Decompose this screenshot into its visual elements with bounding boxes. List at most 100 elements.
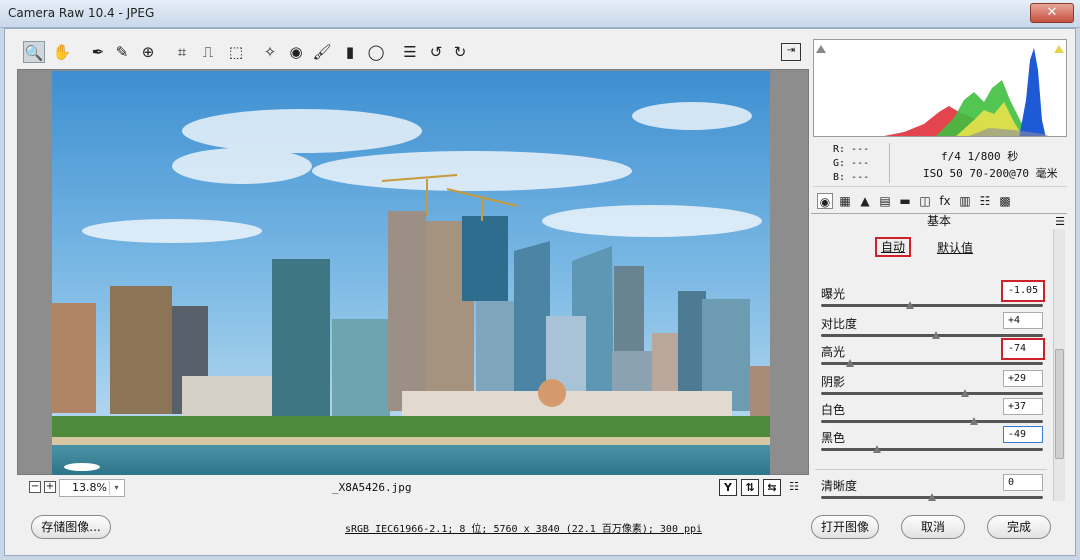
scrollbar-thumb[interactable]: [1055, 349, 1064, 459]
file-name: _X8A5426.jpg: [332, 481, 412, 494]
slider-track[interactable]: [821, 392, 1043, 395]
fullscreen-toggle-icon[interactable]: ⇥: [781, 43, 801, 61]
swap-before-after-button[interactable]: ⇅: [741, 479, 759, 496]
tab-effects-icon[interactable]: fx: [937, 193, 953, 209]
section-title: 基本 ☰: [811, 213, 1067, 229]
cancel-button[interactable]: 取消: [901, 515, 965, 539]
slider-value-input[interactable]: -49: [1003, 426, 1043, 443]
zoom-out-button[interactable]: −: [29, 481, 41, 493]
slider-label: 白色: [821, 403, 846, 417]
slider-thumb[interactable]: [932, 331, 941, 339]
slider-value-input[interactable]: 0: [1003, 474, 1043, 491]
rotate-right-icon[interactable]: ↻: [449, 41, 471, 63]
g-value: G: ---: [833, 158, 870, 169]
white-balance-tool-icon[interactable]: ✒: [87, 41, 109, 63]
slider-label: 清晰度: [821, 479, 858, 493]
save-image-button[interactable]: 存储图像...: [31, 515, 111, 539]
slider-track[interactable]: [821, 362, 1043, 365]
graduated-filter-icon[interactable]: ▮: [339, 41, 361, 63]
tab-split-toning-icon[interactable]: ▬: [897, 193, 913, 209]
panel-tabs: ◉ ▦ ▲ ▤ ▬ ◫ fx ▥ ☷ ▩: [811, 191, 1067, 211]
straighten-tool-icon[interactable]: ⎍: [197, 41, 219, 63]
title-bar: Camera Raw 10.4 - JPEG ✕: [0, 0, 1080, 28]
zoom-tool-icon[interactable]: 🔍: [23, 41, 45, 63]
preferences-icon[interactable]: ☰: [399, 41, 421, 63]
slider-thumb[interactable]: [905, 301, 914, 309]
slider-track[interactable]: [821, 304, 1043, 307]
slider-value-input[interactable]: +29: [1003, 370, 1043, 387]
zoom-in-button[interactable]: +: [44, 481, 56, 493]
tab-lens-icon[interactable]: ◫: [917, 193, 933, 209]
info-divider: [889, 143, 890, 183]
slider-row: 曝光 -1.05: [811, 280, 1051, 315]
default-button[interactable]: 默认值: [937, 239, 973, 256]
tab-camera-calibration-icon[interactable]: ▥: [957, 193, 973, 209]
window-title: Camera Raw 10.4 - JPEG: [8, 6, 155, 20]
tab-presets-icon[interactable]: ☷: [977, 193, 993, 209]
done-button[interactable]: 完成: [987, 515, 1051, 539]
slider-label: 曝光: [821, 287, 846, 301]
section-title-text: 基本: [926, 214, 951, 228]
window-close-button[interactable]: ✕: [1030, 3, 1074, 23]
basic-panel: 自动 默认值 曝光 -1.05 对比度 +4 高光 -74 阴影 +29 白色 +37 黑色 -49 清…: [811, 229, 1051, 501]
highlight-clipping-icon[interactable]: [1054, 42, 1064, 53]
crop-tool-icon[interactable]: ⌗: [171, 41, 193, 63]
chevron-down-icon: ▾: [109, 481, 123, 495]
tab-detail-icon[interactable]: ▲: [857, 193, 873, 209]
color-sampler-tool-icon[interactable]: ✎: [111, 41, 133, 63]
panel-scrollbar[interactable]: [1053, 229, 1065, 501]
tab-basic-icon[interactable]: ◉: [817, 193, 833, 209]
slider-row: 高光 -74: [811, 338, 1051, 373]
slider-thumb[interactable]: [970, 417, 979, 425]
r-value: R: ---: [833, 144, 870, 155]
hand-tool-icon[interactable]: ✋: [51, 41, 73, 63]
slider-track[interactable]: [821, 420, 1043, 423]
slider-value-input[interactable]: +37: [1003, 398, 1043, 415]
adjustment-brush-icon[interactable]: 🖌: [311, 41, 333, 63]
status-row: − + 13.8% ▾ _X8A5426.jpg Y ⇅ ⇆ ☷: [17, 479, 809, 499]
slider-row: 清晰度 0: [811, 474, 1051, 501]
spot-removal-tool-icon[interactable]: ✧: [259, 41, 281, 63]
open-image-button[interactable]: 打开图像: [811, 515, 879, 539]
slider-track[interactable]: [821, 448, 1043, 451]
red-eye-tool-icon[interactable]: ◉: [285, 41, 307, 63]
slider-thumb[interactable]: [928, 493, 936, 501]
slider-label: 对比度: [821, 317, 858, 331]
slider-label: 阴影: [821, 375, 846, 389]
slider-value-input[interactable]: -1.05: [1001, 280, 1045, 302]
slider-thumb[interactable]: [961, 389, 970, 397]
slider-value-input[interactable]: -74: [1001, 338, 1045, 360]
zoom-level-select[interactable]: 13.8% ▾: [59, 479, 125, 497]
toolbar: 🔍 ✋ ✒ ✎ ⊕ ⌗ ⎍ ⬚ ✧ ◉ 🖌 ▮ ◯ ☰ ↺ ↻: [19, 39, 809, 67]
slider-thumb[interactable]: [872, 445, 881, 453]
b-value: B: ---: [833, 172, 870, 183]
rgb-readout: R: --- G: --- B: ---: [833, 143, 869, 185]
image-preview[interactable]: [17, 69, 809, 475]
group-divider: [815, 469, 1047, 470]
photo-canvas[interactable]: [52, 71, 770, 475]
radial-filter-icon[interactable]: ◯: [365, 41, 387, 63]
before-after-view-button[interactable]: Y: [719, 479, 737, 496]
slider-thumb[interactable]: [845, 359, 854, 367]
exif-aperture-shutter: f/4 1/800 秒: [941, 150, 1019, 163]
tab-snapshots-icon[interactable]: ▩: [997, 193, 1013, 209]
slider-value-input[interactable]: +4: [1003, 312, 1043, 329]
copy-settings-button[interactable]: ⇆: [763, 479, 781, 496]
slider-label: 高光: [821, 345, 846, 359]
city-skyline-photo: [52, 71, 770, 475]
tab-tone-curve-icon[interactable]: ▦: [837, 193, 853, 209]
slider-label: 黑色: [821, 431, 846, 445]
shadow-clipping-icon[interactable]: [816, 42, 826, 53]
tab-hsl-icon[interactable]: ▤: [877, 193, 893, 209]
histogram-graph: [884, 48, 1049, 136]
targeted-adjustment-tool-icon[interactable]: ⊕: [137, 41, 159, 63]
panel-menu-icon[interactable]: ☰: [1055, 214, 1065, 229]
preview-settings-icon[interactable]: ☷: [785, 479, 803, 496]
auto-button[interactable]: 自动: [875, 237, 911, 257]
pixel-info: R: --- G: --- B: --- f/4 1/800 秒 ISO 50 …: [813, 139, 1067, 187]
workflow-options-link[interactable]: sRGB IEC61966-2.1; 8 位; 5760 x 3840 (22.…: [345, 520, 702, 535]
rotate-left-icon[interactable]: ↺: [425, 41, 447, 63]
slider-row: 黑色 -49: [811, 426, 1051, 459]
transform-tool-icon[interactable]: ⬚: [225, 41, 247, 63]
camera-raw-dialog: 🔍 ✋ ✒ ✎ ⊕ ⌗ ⎍ ⬚ ✧ ◉ 🖌 ▮ ◯ ☰ ↺ ↻ ⇥ − + 13…: [4, 28, 1076, 556]
